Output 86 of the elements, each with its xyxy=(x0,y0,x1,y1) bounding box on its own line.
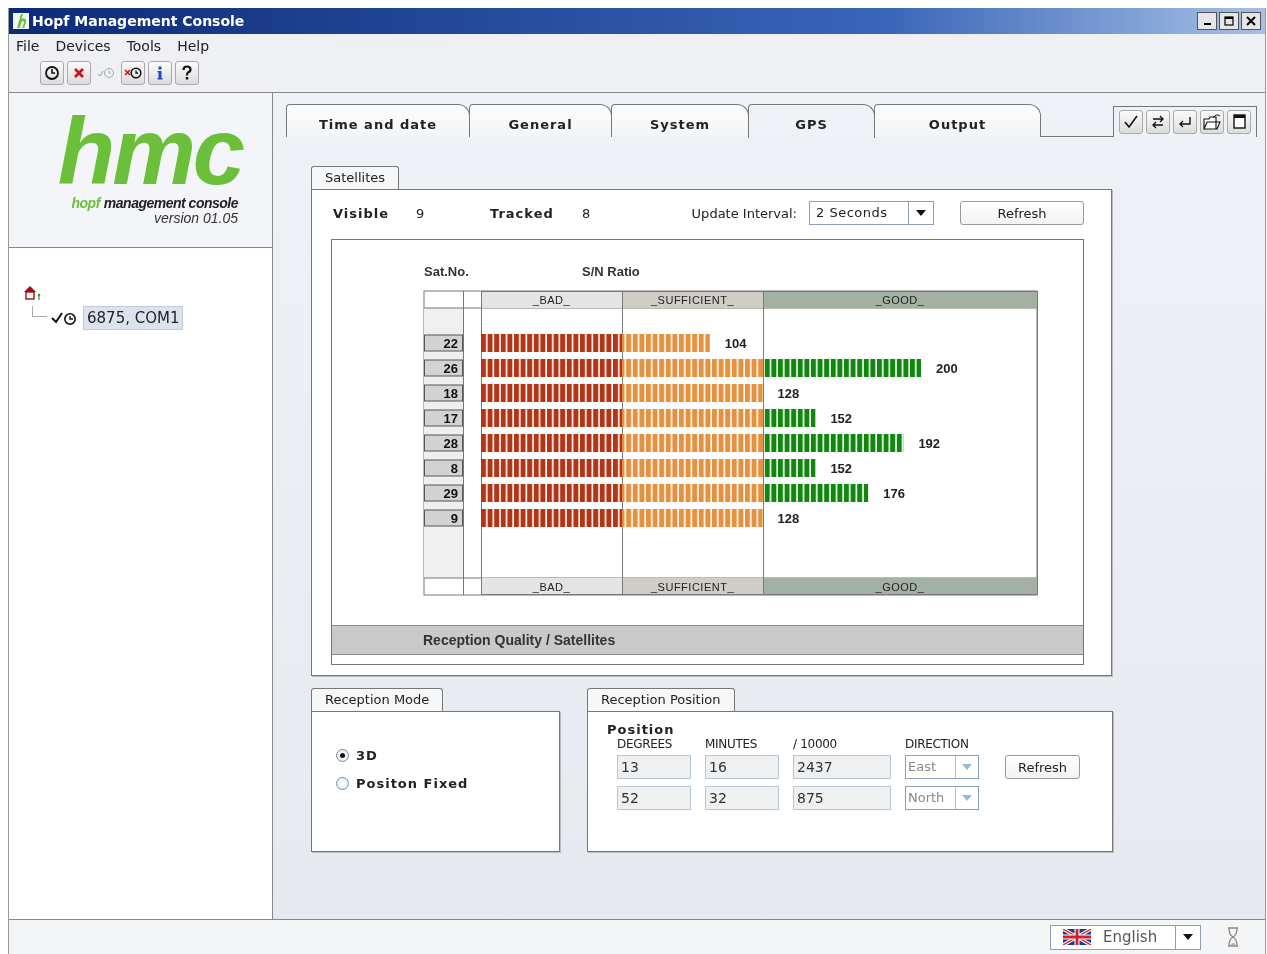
menu-item[interactable]: Devices xyxy=(55,38,111,54)
y-tick-label: 26 xyxy=(443,361,458,376)
logo-tagline: management console xyxy=(103,195,238,211)
value-label: 104 xyxy=(724,336,747,351)
help-button[interactable] xyxy=(175,61,199,85)
tab[interactable]: General xyxy=(469,104,612,137)
value-label: 176 xyxy=(883,486,905,501)
position-heading: Position xyxy=(607,722,676,737)
satellite-number: 26 xyxy=(424,359,463,377)
y-tick-label: 22 xyxy=(443,336,458,351)
device-node[interactable]: 6875, COM1 xyxy=(83,306,184,330)
hourglass-icon xyxy=(1227,927,1239,947)
tab[interactable]: Time and date xyxy=(286,104,470,137)
logo-brand: hopf xyxy=(71,195,100,211)
y-tick-label: 29 xyxy=(443,486,458,501)
folder-icon xyxy=(1203,113,1221,131)
column-header: DEGREES xyxy=(617,737,674,751)
x-axis-label: S/N Ratio xyxy=(582,264,640,279)
chart-caption: Reception Quality / Satellites xyxy=(332,625,1083,655)
satellite-number: 29 xyxy=(424,484,463,502)
window-title: Hopf Management Console xyxy=(32,13,245,29)
info-button[interactable] xyxy=(148,61,172,85)
y-tick-label: 9 xyxy=(450,511,458,526)
version-label: version 01.05 xyxy=(153,211,238,225)
value-label: 128 xyxy=(777,511,800,526)
swap-button[interactable] xyxy=(1146,110,1170,134)
value-label: 200 xyxy=(936,361,958,376)
satellite-number: 22 xyxy=(424,334,463,352)
value-label: 128 xyxy=(777,386,800,401)
maximize-icon xyxy=(1224,16,1234,26)
y-tick-label: 28 xyxy=(443,436,458,451)
close-icon xyxy=(1246,16,1256,26)
y-tick-label: 18 xyxy=(443,386,458,401)
close-button[interactable] xyxy=(1241,12,1261,30)
column-header: / 10000 xyxy=(793,737,838,751)
column-header: DIRECTION xyxy=(905,737,970,751)
tracked-count: 8 xyxy=(582,205,591,221)
minimize-icon xyxy=(1203,23,1211,25)
window-icon xyxy=(1230,113,1248,131)
caret-icon xyxy=(1182,933,1194,941)
flag-icon xyxy=(1063,929,1091,945)
y-tick-label: 17 xyxy=(443,411,458,426)
caret-icon xyxy=(915,209,927,217)
app-icon xyxy=(13,13,29,29)
y-axis-label: Sat.No. xyxy=(424,264,469,279)
menu-item[interactable]: Help xyxy=(177,38,210,54)
caret-icon xyxy=(961,794,973,802)
tab[interactable]: Output xyxy=(874,104,1041,137)
radio-option[interactable]: 3D xyxy=(336,748,559,763)
enter-button[interactable] xyxy=(1173,110,1197,134)
check-clock-icon xyxy=(51,310,79,326)
folder-button[interactable] xyxy=(1200,110,1224,134)
minimize-button[interactable] xyxy=(1197,12,1217,30)
refresh-button[interactable]: Refresh xyxy=(960,201,1084,225)
satellite-number: 17 xyxy=(424,409,463,427)
visible-label: Visible xyxy=(333,205,391,221)
delete-button[interactable] xyxy=(67,61,91,85)
value-label: 152 xyxy=(830,461,853,476)
apply-button[interactable] xyxy=(1119,110,1143,134)
value-label: 192 xyxy=(918,436,941,451)
satellite-number: 8 xyxy=(424,459,463,477)
logo-mark: hmc xyxy=(57,111,242,193)
clock-button[interactable] xyxy=(40,61,64,85)
tracked-label: Tracked xyxy=(490,205,555,221)
tab[interactable]: System xyxy=(611,104,749,137)
caret-icon xyxy=(961,763,973,771)
value-label: 152 xyxy=(830,411,853,426)
satellite-number: 18 xyxy=(424,384,463,402)
satellite-number: 9 xyxy=(424,509,463,527)
clock-icon xyxy=(43,64,61,82)
delete-clock-button[interactable] xyxy=(121,61,145,85)
interval-dropdown[interactable]: 2 Seconds xyxy=(809,201,934,225)
y-tick-label: 8 xyxy=(450,461,458,476)
window-button[interactable] xyxy=(1227,110,1251,134)
column-header: MINUTES xyxy=(705,737,759,751)
radio-option[interactable]: Positon Fixed xyxy=(336,776,559,791)
language-dropdown[interactable]: English xyxy=(1050,924,1201,950)
tab[interactable]: GPS xyxy=(748,104,875,138)
maximize-button[interactable] xyxy=(1219,12,1239,30)
menu-item[interactable]: Tools xyxy=(126,38,162,54)
visible-count: 9 xyxy=(416,205,426,221)
satellite-number: 28 xyxy=(424,434,463,452)
checkmark-icon xyxy=(1122,113,1140,131)
interval-label: Update Interval: xyxy=(691,205,797,221)
house-icon xyxy=(23,284,41,302)
menu-item[interactable]: File xyxy=(16,38,40,54)
